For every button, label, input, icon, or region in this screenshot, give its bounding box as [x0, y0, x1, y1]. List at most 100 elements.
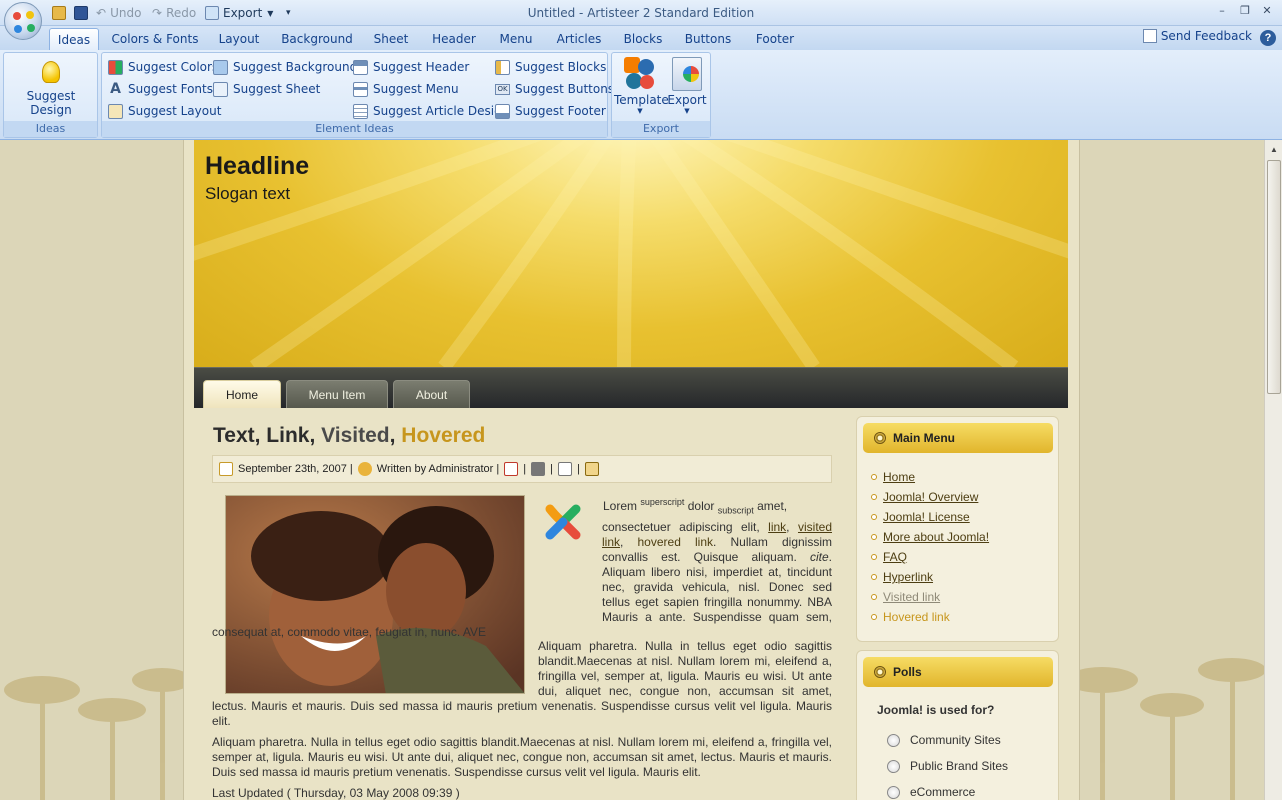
main-menu-link[interactable]: Joomla! License	[883, 510, 970, 524]
ideas-group-label: Ideas	[4, 121, 97, 137]
minimize-button[interactable]: –	[1214, 4, 1230, 18]
tab-buttons[interactable]: Buttons	[678, 28, 738, 50]
email-icon[interactable]	[557, 462, 572, 476]
edit-icon[interactable]	[584, 462, 599, 476]
suggest-article-design-label: Suggest Article Design	[373, 104, 510, 118]
customize-qat-button[interactable]: ▾	[286, 5, 291, 21]
suggest-layout-button[interactable]: Suggest Layout	[108, 101, 221, 121]
tab-blocks[interactable]: Blocks	[618, 28, 668, 50]
undo-button[interactable]: ↶ Undo	[96, 5, 141, 21]
list-item: More about Joomla!	[871, 527, 989, 547]
suggest-footer-button[interactable]: Suggest Footer	[495, 101, 606, 121]
color-palette-icon	[108, 59, 123, 75]
close-button[interactable]: ✕	[1259, 4, 1275, 18]
suggest-colors-button[interactable]: Suggest Colors	[108, 57, 218, 77]
meta-separator: |	[550, 463, 553, 475]
menu-item-about[interactable]: About	[393, 380, 470, 408]
help-button[interactable]: ?	[1260, 30, 1276, 46]
lightbulb-icon	[42, 61, 60, 83]
radio-button[interactable]	[887, 785, 900, 799]
list-item: Joomla! License	[871, 507, 989, 527]
bullet-icon	[871, 614, 877, 620]
blocks-icon	[495, 59, 510, 75]
article-title[interactable]: Text, Link, Visited, Hovered	[213, 424, 485, 448]
qat-export-button[interactable]: Export ▼	[205, 5, 273, 21]
layout-icon	[108, 103, 123, 119]
suggest-background-button[interactable]: Suggest Background	[213, 57, 357, 77]
bullet-icon	[871, 494, 877, 500]
qat-export-label: Export	[223, 6, 263, 20]
folder-icon	[52, 6, 66, 20]
pdf-icon[interactable]	[504, 462, 519, 476]
bullet-icon	[871, 534, 877, 540]
suggest-buttons-button[interactable]: OK Suggest Buttons	[495, 79, 614, 99]
maximize-button[interactable]: ❐	[1237, 4, 1253, 18]
title-visited: Visited	[321, 424, 390, 447]
poll-option[interactable]: Community Sites	[887, 733, 1001, 747]
radio-button[interactable]	[887, 733, 900, 747]
main-menu-link[interactable]: Hyperlink	[883, 570, 933, 584]
tab-layout[interactable]: Layout	[212, 28, 266, 50]
orb-dot-icon	[26, 11, 34, 19]
main-menu-link[interactable]: Joomla! Overview	[883, 490, 978, 504]
suggest-fonts-button[interactable]: A Suggest Fonts	[108, 79, 213, 99]
suggest-design-button[interactable]: Suggest Design	[8, 61, 94, 117]
site-menu-bar: Home Menu Item About	[194, 367, 1068, 408]
vertical-scrollbar[interactable]: ▲	[1264, 140, 1282, 800]
suggest-colors-label: Suggest Colors	[128, 60, 219, 74]
poll-option[interactable]: Public Brand Sites	[887, 759, 1008, 773]
export-button[interactable]: Export ▼	[664, 57, 710, 115]
polls-header: Polls	[863, 657, 1053, 687]
sample-link[interactable]: link	[768, 520, 786, 534]
article-icon	[353, 103, 368, 119]
site-slogan[interactable]: Slogan text	[205, 184, 290, 204]
footer-icon	[495, 103, 510, 119]
menu-item-menu-item[interactable]: Menu Item	[286, 380, 388, 408]
open-button[interactable]	[52, 5, 70, 21]
main-menu-link[interactable]: Home	[883, 470, 915, 484]
app-menu-button[interactable]	[4, 2, 42, 40]
tab-colors-fonts[interactable]: Colors & Fonts	[106, 28, 204, 50]
send-feedback-button[interactable]: Send Feedback	[1142, 29, 1252, 43]
tab-background[interactable]: Background	[276, 28, 358, 50]
tab-footer[interactable]: Footer	[748, 28, 802, 50]
poll-option[interactable]: eCommerce	[887, 785, 975, 799]
ribbon-panel: Suggest Design Ideas Suggest Colors A Sug…	[0, 50, 1282, 140]
main-menu-visited-link[interactable]: Visited link	[883, 590, 940, 604]
tab-header[interactable]: Header	[426, 28, 482, 50]
suggest-sheet-button[interactable]: Suggest Sheet	[213, 79, 320, 99]
para-text: dolor	[687, 499, 715, 513]
tab-articles[interactable]: Articles	[550, 28, 608, 50]
suggest-header-button[interactable]: Suggest Header	[353, 57, 469, 77]
suggest-article-design-button[interactable]: Suggest Article Design	[353, 101, 509, 121]
print-icon[interactable]	[531, 462, 546, 476]
template-button[interactable]: Template ▼	[614, 57, 669, 115]
orb-dot-icon	[13, 12, 21, 20]
polls-block: Polls Joomla! is used for? Community Sit…	[856, 650, 1059, 800]
sample-hovered-link[interactable]: hovered link	[638, 535, 714, 549]
tab-sheet[interactable]: Sheet	[368, 28, 414, 50]
list-item: FAQ	[871, 547, 989, 567]
suggest-menu-button[interactable]: Suggest Menu	[353, 79, 459, 99]
scrollbar-thumb[interactable]	[1267, 160, 1281, 394]
scroll-up-icon[interactable]: ▲	[1267, 143, 1281, 157]
suggest-blocks-button[interactable]: Suggest Blocks	[495, 57, 606, 77]
chevron-down-icon: ▼	[637, 107, 643, 115]
main-menu-link[interactable]: FAQ	[883, 550, 907, 564]
menu-item-home[interactable]: Home	[203, 380, 281, 408]
save-button[interactable]	[74, 5, 92, 21]
design-preview: Headline Slogan text Home Menu Item Abou…	[0, 140, 1264, 800]
title-link: Link	[266, 424, 310, 447]
background-icon	[213, 59, 228, 75]
orb-dot-icon	[27, 24, 35, 32]
radio-button[interactable]	[887, 759, 900, 773]
main-menu-link[interactable]: More about Joomla!	[883, 530, 989, 544]
article-paragraph-2: Aliquam pharetra. Nulla in tellus eget o…	[212, 639, 832, 729]
main-menu-hovered-link[interactable]: Hovered link	[883, 610, 950, 624]
tab-ideas[interactable]: Ideas	[49, 28, 99, 50]
undo-icon: ↶	[96, 6, 107, 20]
list-item: Joomla! Overview	[871, 487, 989, 507]
redo-button[interactable]: ↷ Redo	[152, 5, 196, 21]
site-headline[interactable]: Headline	[205, 152, 309, 181]
tab-menu[interactable]: Menu	[492, 28, 540, 50]
